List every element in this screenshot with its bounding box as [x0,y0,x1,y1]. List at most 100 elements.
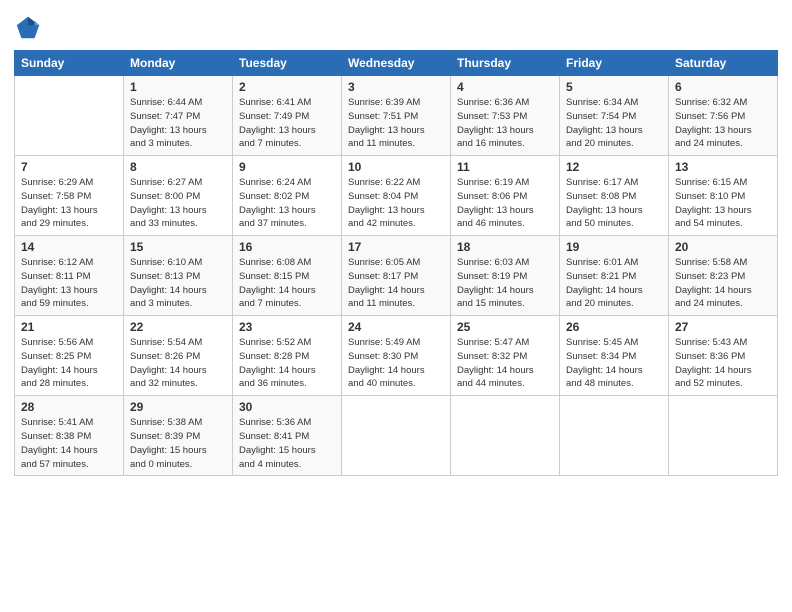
day-info: Sunrise: 5:49 AM Sunset: 8:30 PM Dayligh… [348,336,444,391]
calendar-cell: 8 Sunrise: 6:27 AM Sunset: 8:00 PM Daylig… [124,156,233,236]
calendar-cell: 30 Sunrise: 5:36 AM Sunset: 8:41 PM Dayli… [233,396,342,476]
day-number: 21 [21,320,117,334]
day-number: 12 [566,160,662,174]
week-row-3: 14 Sunrise: 6:12 AM Sunset: 8:11 PM Dayli… [15,236,778,316]
page: SundayMondayTuesdayWednesdayThursdayFrid… [0,0,792,612]
calendar-cell: 3 Sunrise: 6:39 AM Sunset: 7:51 PM Daylig… [342,76,451,156]
day-info: Sunrise: 5:36 AM Sunset: 8:41 PM Dayligh… [239,416,335,471]
calendar-cell: 21 Sunrise: 5:56 AM Sunset: 8:25 PM Dayli… [15,316,124,396]
calendar-cell: 13 Sunrise: 6:15 AM Sunset: 8:10 PM Dayli… [669,156,778,236]
day-number: 16 [239,240,335,254]
week-row-4: 21 Sunrise: 5:56 AM Sunset: 8:25 PM Dayli… [15,316,778,396]
day-number: 27 [675,320,771,334]
day-info: Sunrise: 5:38 AM Sunset: 8:39 PM Dayligh… [130,416,226,471]
calendar-cell: 26 Sunrise: 5:45 AM Sunset: 8:34 PM Dayli… [560,316,669,396]
day-number: 24 [348,320,444,334]
day-info: Sunrise: 6:44 AM Sunset: 7:47 PM Dayligh… [130,96,226,151]
day-header-saturday: Saturday [669,51,778,76]
day-info: Sunrise: 6:17 AM Sunset: 8:08 PM Dayligh… [566,176,662,231]
day-number: 4 [457,80,553,94]
calendar-cell: 11Sunrise: 6:19 AM Sunset: 8:06 PM Dayli… [451,156,560,236]
day-info: Sunrise: 5:45 AM Sunset: 8:34 PM Dayligh… [566,336,662,391]
calendar-cell: 15 Sunrise: 6:10 AM Sunset: 8:13 PM Dayli… [124,236,233,316]
day-info: Sunrise: 6:24 AM Sunset: 8:02 PM Dayligh… [239,176,335,231]
day-info: Sunrise: 6:12 AM Sunset: 8:11 PM Dayligh… [21,256,117,311]
calendar-cell [669,396,778,476]
calendar-cell: 4 Sunrise: 6:36 AM Sunset: 7:53 PM Daylig… [451,76,560,156]
day-info: Sunrise: 5:58 AM Sunset: 8:23 PM Dayligh… [675,256,771,311]
logo [14,14,46,42]
day-number: 26 [566,320,662,334]
calendar-cell: 17 Sunrise: 6:05 AM Sunset: 8:17 PM Dayli… [342,236,451,316]
day-info: Sunrise: 6:10 AM Sunset: 8:13 PM Dayligh… [130,256,226,311]
calendar-cell: 25 Sunrise: 5:47 AM Sunset: 8:32 PM Dayli… [451,316,560,396]
calendar-cell: 5Sunrise: 6:34 AM Sunset: 7:54 PM Daylig… [560,76,669,156]
day-number: 19 [566,240,662,254]
day-info: Sunrise: 5:56 AM Sunset: 8:25 PM Dayligh… [21,336,117,391]
calendar-cell [560,396,669,476]
day-number: 10 [348,160,444,174]
day-number: 30 [239,400,335,414]
day-number: 23 [239,320,335,334]
calendar-cell: 16 Sunrise: 6:08 AM Sunset: 8:15 PM Dayli… [233,236,342,316]
calendar-cell: 23Sunrise: 5:52 AM Sunset: 8:28 PM Dayli… [233,316,342,396]
day-info: Sunrise: 6:22 AM Sunset: 8:04 PM Dayligh… [348,176,444,231]
day-info: Sunrise: 5:43 AM Sunset: 8:36 PM Dayligh… [675,336,771,391]
calendar-cell [15,76,124,156]
day-info: Sunrise: 5:41 AM Sunset: 8:38 PM Dayligh… [21,416,117,471]
day-number: 9 [239,160,335,174]
day-number: 25 [457,320,553,334]
day-number: 14 [21,240,117,254]
calendar-cell: 20 Sunrise: 5:58 AM Sunset: 8:23 PM Dayli… [669,236,778,316]
day-number: 11 [457,160,553,174]
calendar-cell: 22 Sunrise: 5:54 AM Sunset: 8:26 PM Dayli… [124,316,233,396]
calendar-cell [342,396,451,476]
day-number: 22 [130,320,226,334]
day-number: 3 [348,80,444,94]
day-number: 8 [130,160,226,174]
day-number: 1 [130,80,226,94]
day-number: 7 [21,160,117,174]
header-row: SundayMondayTuesdayWednesdayThursdayFrid… [15,51,778,76]
day-info: Sunrise: 6:41 AM Sunset: 7:49 PM Dayligh… [239,96,335,151]
day-header-wednesday: Wednesday [342,51,451,76]
week-row-1: 1 Sunrise: 6:44 AM Sunset: 7:47 PM Daylig… [15,76,778,156]
day-header-monday: Monday [124,51,233,76]
day-info: Sunrise: 6:29 AM Sunset: 7:58 PM Dayligh… [21,176,117,231]
calendar-cell: 7 Sunrise: 6:29 AM Sunset: 7:58 PM Daylig… [15,156,124,236]
day-info: Sunrise: 6:05 AM Sunset: 8:17 PM Dayligh… [348,256,444,311]
calendar-cell: 14 Sunrise: 6:12 AM Sunset: 8:11 PM Dayli… [15,236,124,316]
calendar-cell: 6Sunrise: 6:32 AM Sunset: 7:56 PM Daylig… [669,76,778,156]
day-number: 13 [675,160,771,174]
calendar-cell: 18Sunrise: 6:03 AM Sunset: 8:19 PM Dayli… [451,236,560,316]
calendar-cell: 27 Sunrise: 5:43 AM Sunset: 8:36 PM Dayli… [669,316,778,396]
calendar-table: SundayMondayTuesdayWednesdayThursdayFrid… [14,50,778,476]
calendar-cell [451,396,560,476]
day-number: 18 [457,240,553,254]
calendar-cell: 2 Sunrise: 6:41 AM Sunset: 7:49 PM Daylig… [233,76,342,156]
day-number: 15 [130,240,226,254]
day-number: 6 [675,80,771,94]
day-info: Sunrise: 5:47 AM Sunset: 8:32 PM Dayligh… [457,336,553,391]
day-info: Sunrise: 6:36 AM Sunset: 7:53 PM Dayligh… [457,96,553,151]
day-info: Sunrise: 6:27 AM Sunset: 8:00 PM Dayligh… [130,176,226,231]
day-info: Sunrise: 6:08 AM Sunset: 8:15 PM Dayligh… [239,256,335,311]
header [14,10,778,42]
calendar-cell: 19 Sunrise: 6:01 AM Sunset: 8:21 PM Dayli… [560,236,669,316]
day-info: Sunrise: 6:15 AM Sunset: 8:10 PM Dayligh… [675,176,771,231]
calendar-cell: 24 Sunrise: 5:49 AM Sunset: 8:30 PM Dayli… [342,316,451,396]
week-row-2: 7 Sunrise: 6:29 AM Sunset: 7:58 PM Daylig… [15,156,778,236]
day-number: 29 [130,400,226,414]
day-number: 17 [348,240,444,254]
day-info: Sunrise: 5:54 AM Sunset: 8:26 PM Dayligh… [130,336,226,391]
day-number: 2 [239,80,335,94]
day-info: Sunrise: 6:39 AM Sunset: 7:51 PM Dayligh… [348,96,444,151]
day-number: 20 [675,240,771,254]
day-info: Sunrise: 6:01 AM Sunset: 8:21 PM Dayligh… [566,256,662,311]
logo-icon [14,14,42,42]
calendar-cell: 12 Sunrise: 6:17 AM Sunset: 8:08 PM Dayli… [560,156,669,236]
calendar-cell: 29 Sunrise: 5:38 AM Sunset: 8:39 PM Dayli… [124,396,233,476]
day-number: 5 [566,80,662,94]
calendar-cell: 28Sunrise: 5:41 AM Sunset: 8:38 PM Dayli… [15,396,124,476]
calendar-cell: 1 Sunrise: 6:44 AM Sunset: 7:47 PM Daylig… [124,76,233,156]
